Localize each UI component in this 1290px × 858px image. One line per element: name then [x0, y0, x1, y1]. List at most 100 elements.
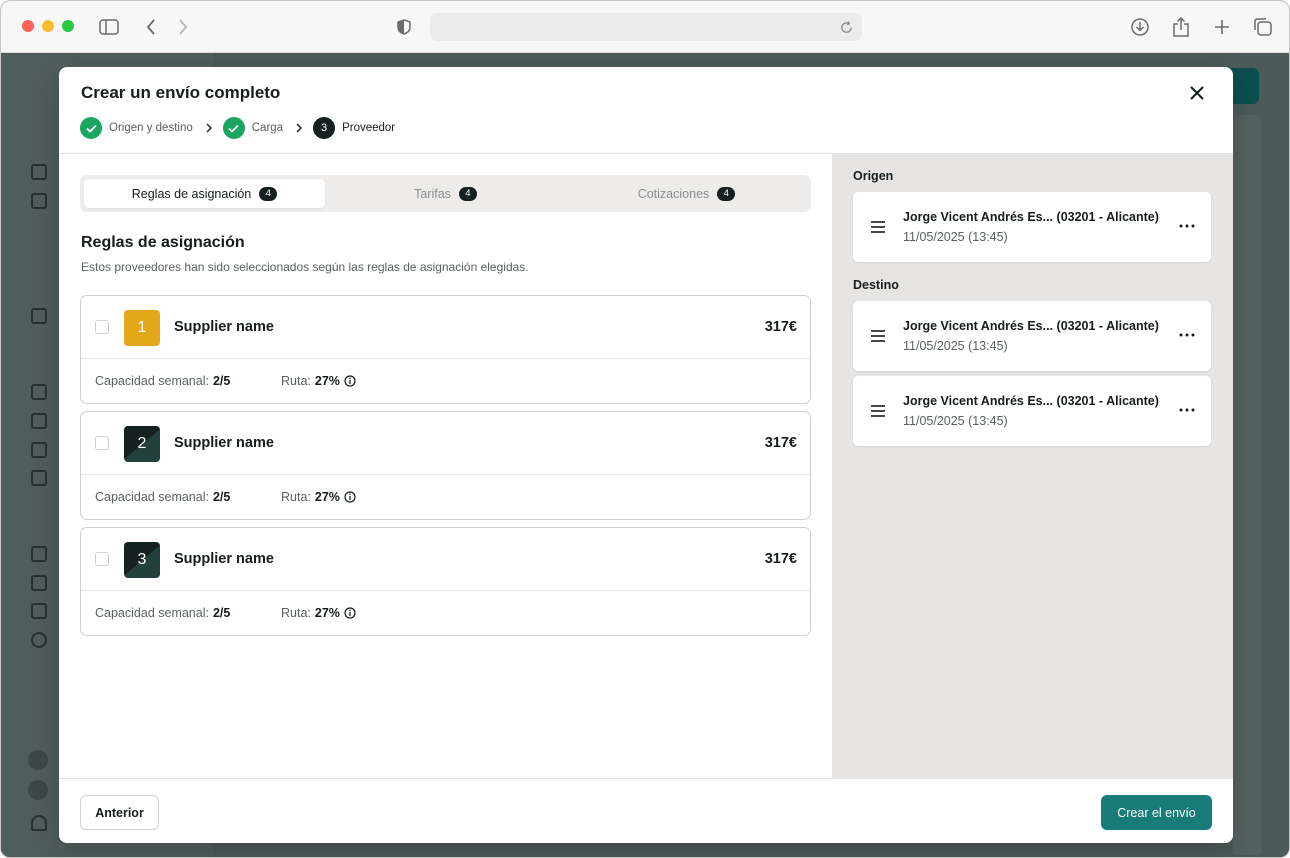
list-icon	[31, 603, 47, 619]
chevron-right-icon	[204, 123, 214, 133]
background-panel	[1233, 115, 1261, 855]
previous-button[interactable]: Anterior	[80, 795, 159, 830]
route-summary-panel: Origen Jorge Vicent Andrés Es... (03201 …	[832, 154, 1233, 778]
route-value: 27%	[314, 374, 340, 388]
share-icon[interactable]	[1169, 15, 1193, 39]
rank-badge: 3	[124, 542, 160, 578]
route-icon	[31, 470, 47, 486]
route-value: 27%	[314, 606, 340, 620]
supplier-price: 317€	[764, 551, 797, 567]
create-shipment-modal: Crear un envío completo Origen y destino	[59, 67, 1233, 843]
truck-icon	[31, 384, 47, 400]
tab-rates[interactable]: Tarifas 4	[325, 179, 566, 208]
download-icon[interactable]	[1128, 15, 1152, 39]
check-icon	[80, 117, 102, 139]
rank-badge: 2	[124, 426, 160, 462]
location-date: 11/05/2025 (13:45)	[903, 339, 1008, 353]
origin-label: Origen	[853, 169, 894, 183]
supplier-card[interactable]: 3 Supplier name 317€ Capacidad semanal: …	[80, 527, 811, 636]
step-label: Carga	[251, 122, 284, 134]
supplier-panel: Reglas de asignación 4 Tarifas 4 Cotizac…	[59, 154, 832, 778]
supplier-name: Supplier name	[174, 551, 274, 567]
shield-icon[interactable]	[392, 15, 416, 39]
send-icon	[31, 193, 47, 209]
invoice-icon	[31, 413, 47, 429]
capacity: Capacidad semanal: 2/5	[95, 374, 230, 388]
supplier-price: 317€	[764, 319, 797, 335]
capacity-label: Capacidad semanal:	[95, 606, 209, 620]
destination-card[interactable]: Jorge Vicent Andrés Es... (03201 - Alica…	[853, 301, 1211, 371]
more-options-icon[interactable]	[1179, 221, 1195, 231]
background-avatar	[28, 750, 48, 770]
step-load[interactable]: Carga	[222, 117, 284, 139]
create-shipment-button[interactable]: Crear el envío	[1101, 795, 1212, 830]
step-supplier[interactable]: 3 Proveedor	[313, 117, 395, 139]
maximize-window-button[interactable]	[62, 20, 74, 32]
location-name: Jorge Vicent Andrés Es... (03201 - Alica…	[903, 394, 1159, 408]
info-icon[interactable]	[344, 375, 356, 387]
info-icon[interactable]	[344, 491, 356, 503]
forward-icon[interactable]	[171, 15, 195, 39]
box-icon	[31, 575, 47, 591]
count-badge: 4	[259, 186, 278, 201]
capacity-value: 2/5	[212, 606, 231, 620]
supplier-card-header: 1 Supplier name 317€	[81, 296, 810, 359]
step-label: Proveedor	[342, 122, 396, 134]
route: Ruta: 27%	[281, 606, 356, 620]
location-date: 11/05/2025 (13:45)	[903, 230, 1008, 244]
capacity-value: 2/5	[212, 490, 231, 504]
drag-handle-icon[interactable]	[871, 330, 885, 342]
drag-handle-icon[interactable]	[871, 405, 885, 417]
route-label: Ruta:	[281, 490, 311, 504]
info-icon[interactable]	[344, 607, 356, 619]
supplier-checkbox[interactable]	[95, 552, 109, 566]
capacity: Capacidad semanal: 2/5	[95, 490, 230, 504]
capacity-value: 2/5	[212, 374, 231, 388]
stepper: Origen y destino Carga 3 Proveedor	[80, 117, 395, 139]
browser-window: Crear un envío completo Origen y destino	[0, 0, 1290, 858]
route-label: Ruta:	[281, 374, 311, 388]
capacity-label: Capacidad semanal:	[95, 490, 209, 504]
reload-icon[interactable]	[836, 17, 856, 37]
section-title: Reglas de asignación	[81, 234, 245, 251]
supplier-card[interactable]: 2 Supplier name 317€ Capacidad semanal: …	[80, 411, 811, 520]
tab-overview-icon[interactable]	[1251, 15, 1275, 39]
drag-handle-icon[interactable]	[871, 221, 885, 233]
bell-icon	[31, 815, 47, 831]
modal-title: Crear un envío completo	[81, 83, 281, 102]
route-label: Ruta:	[281, 606, 311, 620]
close-window-button[interactable]	[22, 20, 34, 32]
destination-card[interactable]: Jorge Vicent Andrés Es... (03201 - Alica…	[853, 376, 1211, 446]
browser-toolbar	[1, 1, 1289, 53]
supplier-name: Supplier name	[174, 435, 274, 451]
step-label: Origen y destino	[109, 122, 193, 134]
location-name: Jorge Vicent Andrés Es... (03201 - Alica…	[903, 210, 1159, 224]
back-icon[interactable]	[139, 15, 163, 39]
address-bar[interactable]	[430, 13, 862, 41]
tab-quotes[interactable]: Cotizaciones 4	[566, 179, 807, 208]
supplier-card[interactable]: 1 Supplier name 317€ Capacidad semanal: …	[80, 295, 811, 404]
step-number: 3	[313, 117, 336, 139]
route: Ruta: 27%	[281, 490, 356, 504]
capacity: Capacidad semanal: 2/5	[95, 606, 230, 620]
supplier-price: 317€	[764, 435, 797, 451]
alert-icon	[31, 632, 47, 648]
new-tab-icon[interactable]	[1210, 15, 1234, 39]
minimize-window-button[interactable]	[42, 20, 54, 32]
modal-header: Crear un envío completo Origen y destino	[59, 67, 1233, 154]
sidebar-toggle-icon[interactable]	[97, 15, 121, 39]
more-options-icon[interactable]	[1179, 405, 1195, 415]
supplier-checkbox[interactable]	[95, 320, 109, 334]
route-value: 27%	[314, 490, 340, 504]
tab-assignment-rules[interactable]: Reglas de asignación 4	[84, 179, 325, 208]
supplier-card-header: 3 Supplier name 317€	[81, 528, 810, 591]
destination-label: Destino	[853, 278, 899, 292]
more-options-icon[interactable]	[1179, 330, 1195, 340]
supplier-checkbox[interactable]	[95, 436, 109, 450]
close-icon[interactable]	[1187, 83, 1207, 103]
origin-card[interactable]: Jorge Vicent Andrés Es... (03201 - Alica…	[853, 192, 1211, 262]
chevron-right-icon	[294, 123, 304, 133]
count-badge: 4	[458, 186, 477, 201]
calendar-icon	[31, 164, 47, 180]
step-origin-destination[interactable]: Origen y destino	[80, 117, 193, 139]
